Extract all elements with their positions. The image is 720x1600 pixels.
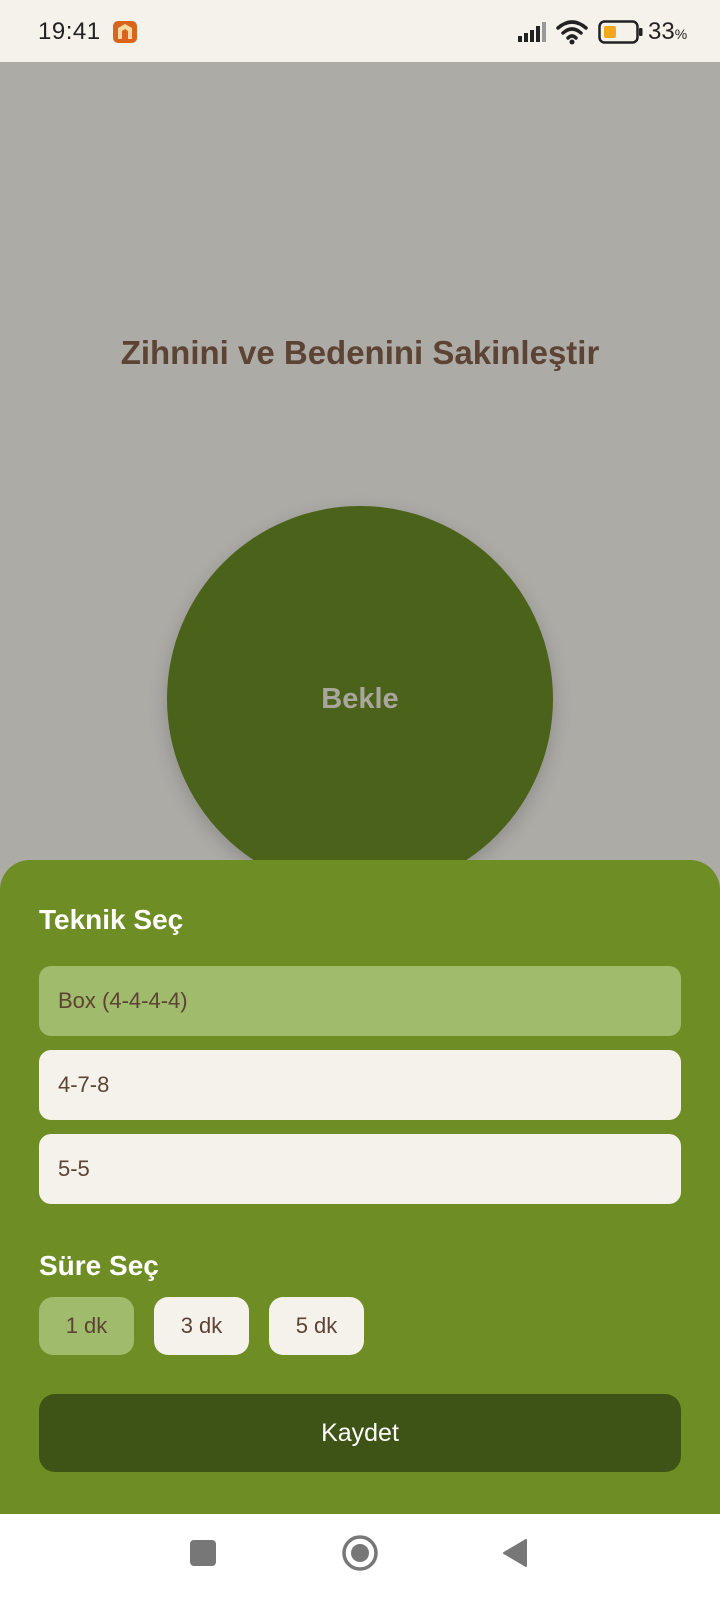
technique-section-title: Teknik Seç [39, 904, 184, 935]
duration-chip-5[interactable]: 5 dk [269, 1297, 364, 1355]
wifi-icon [556, 20, 588, 45]
home-icon[interactable] [341, 1534, 379, 1572]
recents-icon[interactable] [190, 1540, 216, 1566]
technique-option-478[interactable]: 4-7-8 [39, 1050, 681, 1120]
settings-sheet: Teknik Seç Box (4-4-4-4) 4-7-8 5-5 Süre … [0, 860, 720, 1514]
save-button-label: Kaydet [321, 1418, 399, 1447]
technique-option-box[interactable]: Box (4-4-4-4) [39, 966, 681, 1036]
duration-chip-label: 5 dk [295, 1313, 338, 1338]
technique-option-label: Box (4-4-4-4) [58, 988, 188, 1013]
duration-chip-label: 3 dk [180, 1313, 223, 1338]
battery-percent: 33% [648, 18, 688, 45]
save-button[interactable]: Kaydet [39, 1394, 681, 1472]
duration-section-title: Süre Seç [39, 1250, 159, 1281]
status-time: 19:41 [38, 18, 101, 45]
battery-icon [598, 20, 643, 44]
signal-icon [518, 22, 546, 42]
duration-chip-3[interactable]: 3 dk [154, 1297, 249, 1355]
app-icon [113, 21, 137, 43]
technique-option-label: 4-7-8 [58, 1072, 110, 1097]
breathing-circle[interactable]: Bekle [167, 506, 553, 892]
technique-option-55[interactable]: 5-5 [39, 1134, 681, 1204]
duration-chip-1[interactable]: 1 dk [39, 1297, 134, 1355]
duration-chip-label: 1 dk [65, 1313, 108, 1338]
back-icon[interactable] [502, 1538, 528, 1568]
technique-option-label: 5-5 [58, 1156, 90, 1181]
status-bar: 19:41 33% [0, 0, 720, 62]
page-title: Zihnini ve Bedenini Sakinleştir [120, 334, 600, 371]
navigation-bar [0, 1514, 720, 1600]
breathing-phase-label: Bekle [321, 682, 399, 715]
